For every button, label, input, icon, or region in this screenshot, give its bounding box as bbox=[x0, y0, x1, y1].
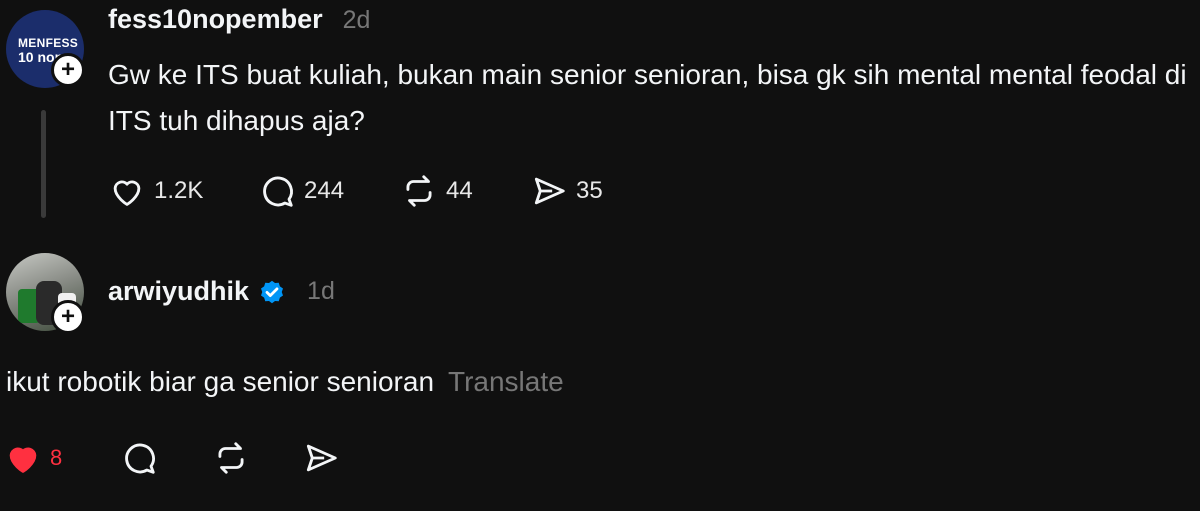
username[interactable]: arwiyudhik bbox=[108, 276, 249, 307]
comment-icon bbox=[125, 443, 155, 474]
post-text-line: ikut robotik biar ga senior senioran Tran… bbox=[6, 362, 564, 402]
like-count: 1.2K bbox=[154, 177, 204, 204]
avatar-brand-line1: MENFESS bbox=[18, 36, 79, 50]
post-time[interactable]: 1d bbox=[307, 277, 335, 306]
translate-link[interactable]: Translate bbox=[448, 366, 564, 397]
share-count: 35 bbox=[576, 177, 603, 204]
post-header: arwiyudhik 1d bbox=[108, 276, 335, 307]
post-text: Gw ke ITS buat kuliah, bukan main senior… bbox=[108, 59, 1187, 136]
reply-button[interactable] bbox=[120, 437, 158, 479]
repost-icon bbox=[218, 442, 244, 474]
follow-plus-button[interactable]: + bbox=[51, 53, 85, 87]
repost-count: 44 bbox=[446, 177, 473, 204]
like-button[interactable]: 8 bbox=[4, 437, 62, 479]
reply-count: 244 bbox=[304, 177, 345, 204]
thread-view: MENFESS 10 nop + fess10nopember 2d Gw ke… bbox=[0, 0, 1200, 511]
plus-icon: + bbox=[60, 303, 75, 330]
post-header: fess10nopember 2d bbox=[108, 4, 370, 35]
comment-icon bbox=[263, 176, 293, 207]
heart-filled-icon bbox=[9, 447, 37, 473]
repost-button[interactable] bbox=[212, 437, 250, 479]
post-text: ikut robotik biar ga senior senioran bbox=[6, 366, 435, 397]
like-button[interactable]: 1.2K bbox=[108, 170, 203, 212]
reply-button[interactable]: 244 bbox=[258, 170, 344, 212]
share-button[interactable]: 35 bbox=[530, 170, 603, 212]
share-button[interactable] bbox=[302, 437, 340, 479]
follow-plus-button[interactable]: + bbox=[51, 300, 85, 334]
username[interactable]: fess10nopember bbox=[108, 4, 323, 35]
like-count: 8 bbox=[50, 445, 63, 470]
heart-outline-icon bbox=[113, 180, 141, 206]
thread-line bbox=[41, 110, 46, 218]
share-icon bbox=[534, 177, 565, 205]
repost-button[interactable]: 44 bbox=[400, 170, 473, 212]
post-time[interactable]: 2d bbox=[343, 6, 371, 35]
plus-icon: + bbox=[60, 56, 75, 83]
repost-icon bbox=[406, 175, 432, 207]
verified-badge-icon bbox=[261, 280, 284, 303]
share-icon bbox=[306, 444, 337, 472]
